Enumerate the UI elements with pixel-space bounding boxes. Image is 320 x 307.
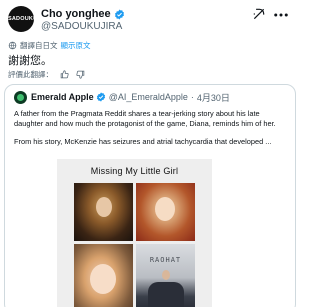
rate-translation-label: 評價此翻譯：: [8, 69, 53, 79]
avatar[interactable]: SADOUKU: [8, 6, 34, 32]
photo-girl-redhead: [136, 183, 195, 241]
grok-icon[interactable]: [252, 7, 266, 21]
rate-translation-row: 評價此翻譯：: [8, 68, 85, 80]
quoted-media-image[interactable]: Missing My Little Girl RAOHAT: [57, 159, 212, 307]
quoted-date[interactable]: 4月30日: [197, 91, 230, 104]
tweet-header: SADOUKU Cho yonghee @SADOUKUJIRA: [8, 4, 292, 36]
thumbs-down-icon[interactable]: [76, 70, 85, 79]
translation-notice: 翻譯自日文 顯示原文: [8, 39, 91, 51]
verified-badge-icon: [96, 92, 105, 102]
show-original-link[interactable]: 顯示原文: [61, 40, 91, 51]
author-display-name[interactable]: Cho yonghee: [41, 8, 111, 20]
quoted-paragraph: A father from the Pragmata Reddit shares…: [14, 109, 276, 128]
quoted-avatar[interactable]: [14, 90, 27, 104]
quoted-display-name[interactable]: Emerald Apple: [31, 92, 94, 102]
quoted-tweet[interactable]: Emerald Apple @AI_EmeraldApple · 4月30日 A…: [4, 84, 296, 307]
quoted-handle[interactable]: @AI_EmeraldApple: [109, 92, 188, 102]
media-title: Missing My Little Girl: [90, 166, 179, 176]
photo-girl-child: [74, 244, 133, 307]
quoted-tweet-header: Emerald Apple @AI_EmeraldApple · 4月30日: [14, 90, 230, 104]
quoted-separator: ·: [190, 92, 194, 102]
verified-badge-icon: [114, 8, 124, 20]
author-handle[interactable]: @SADOUKUJIRA: [41, 21, 122, 32]
quoted-tweet-body: A father from the Pragmata Reddit shares…: [14, 109, 290, 147]
globe-icon: [8, 41, 17, 49]
photo-game-character: RAOHAT: [136, 244, 195, 307]
photo-girl-blonde: [74, 183, 133, 241]
thumbs-up-icon[interactable]: [60, 69, 69, 79]
more-icon[interactable]: [272, 8, 290, 22]
translation-label: 翻譯自日文: [20, 40, 58, 50]
tweet-text: 謝謝您。: [8, 55, 52, 67]
author-name-row: Cho yonghee: [41, 7, 125, 21]
quoted-paragraph: From his story, McKenzie has seizures an…: [14, 137, 272, 147]
character-body: [148, 282, 184, 307]
avatar-logo-text: SADOUKU: [8, 16, 34, 22]
photo-caption: RAOHAT: [149, 256, 182, 264]
